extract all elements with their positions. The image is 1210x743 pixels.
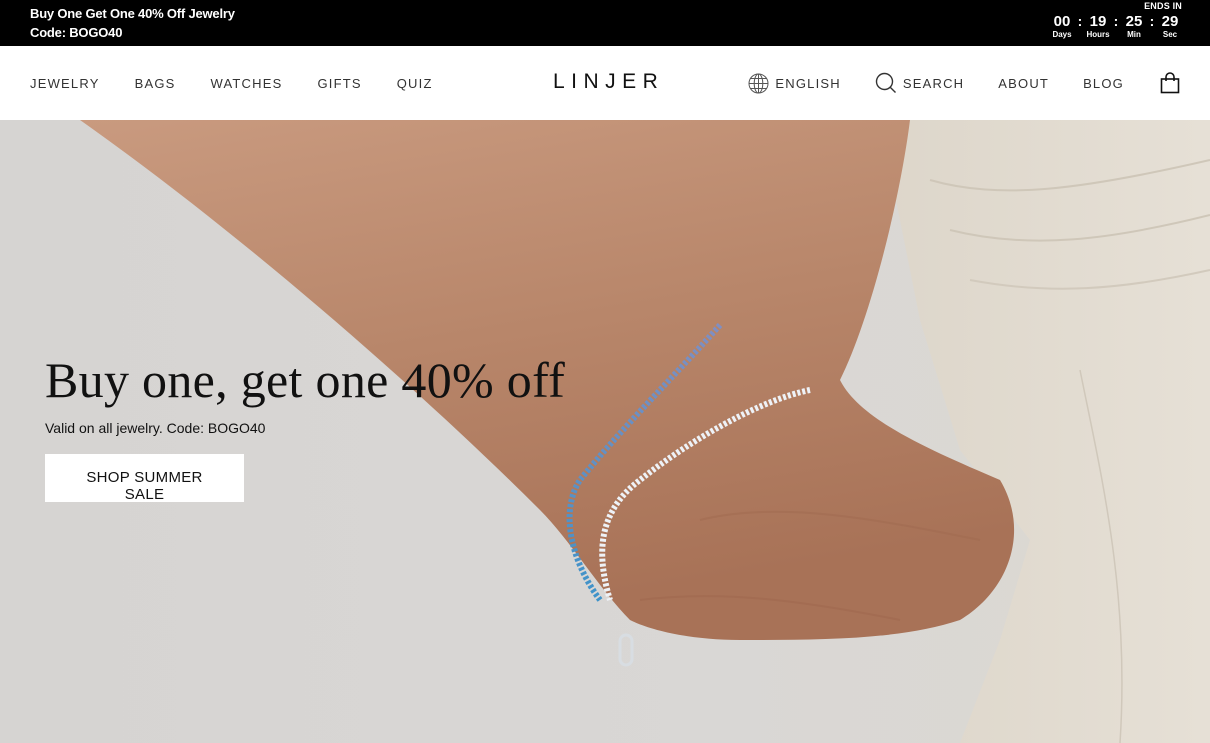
shopping-bag-icon: [1160, 72, 1180, 94]
nav-blog[interactable]: BLOG: [1083, 76, 1124, 91]
countdown-separator: :: [1113, 13, 1119, 29]
nav-jewelry[interactable]: JEWELRY: [30, 76, 100, 91]
countdown-days: 00 Days: [1050, 13, 1074, 40]
blog-label: BLOG: [1083, 75, 1124, 91]
countdown-seconds-value: 29: [1161, 13, 1179, 30]
language-label: ENGLISH: [775, 75, 841, 91]
hero-content: Buy one, get one 40% off Valid on all je…: [45, 352, 565, 504]
nav-gifts[interactable]: GIFTS: [317, 76, 361, 91]
countdown-days-label: Days: [1052, 30, 1072, 39]
about-label: ABOUT: [998, 75, 1050, 91]
countdown-separator: :: [1077, 13, 1083, 29]
shop-summer-sale-button[interactable]: SHOP SUMMER SALE: [45, 454, 244, 503]
nav-bags[interactable]: BAGS: [135, 76, 176, 91]
logo[interactable]: LINJER: [553, 70, 664, 94]
nav-watches[interactable]: WATCHES: [211, 76, 283, 91]
globe-icon: [748, 73, 769, 94]
language-selector[interactable]: ENGLISH: [748, 73, 840, 94]
hero-subtitle: Valid on all jewelry. Code: BOGO40: [45, 420, 266, 436]
nav-about[interactable]: ABOUT: [998, 76, 1049, 91]
countdown-separator: :: [1149, 13, 1155, 29]
promo-bar: Buy One Get One 40% Off Jewelry Code: BO…: [0, 0, 1210, 46]
countdown-minutes-value: 25: [1125, 13, 1143, 30]
search-button[interactable]: SEARCH: [875, 72, 964, 94]
countdown-timer: ENDS IN 00 Days : 19 Hours : 25 Min : 29…: [1052, 1, 1182, 45]
countdown-ends-in: ENDS IN: [1144, 1, 1182, 11]
hero-title: Buy one, get one 40% off: [45, 352, 566, 408]
countdown-hours: 19 Hours: [1086, 13, 1110, 40]
utility-nav: ENGLISH SEARCH ABOUT BLOG: [748, 46, 1180, 120]
countdown-minutes: 25 Min: [1122, 13, 1146, 40]
countdown-days-value: 00: [1053, 13, 1071, 30]
promo-line-2: Code: BOGO40: [30, 25, 123, 40]
promo-line-1: Buy One Get One 40% Off Jewelry: [30, 6, 235, 21]
countdown-seconds: 29 Sec: [1158, 13, 1182, 40]
hero-banner: Buy one, get one 40% off Valid on all je…: [0, 120, 1210, 743]
promo-text: Buy One Get One 40% Off Jewelry Code: BO…: [30, 4, 235, 42]
cart-button[interactable]: [1160, 72, 1180, 94]
search-icon: [875, 72, 897, 94]
nav-quiz[interactable]: QUIZ: [397, 76, 433, 91]
countdown-hours-value: 19: [1089, 13, 1107, 30]
countdown-hours-label: Hours: [1086, 30, 1110, 39]
site-header: JEWELRY BAGS WATCHES GIFTS QUIZ LINJER E…: [0, 46, 1210, 120]
search-label: SEARCH: [902, 75, 965, 91]
countdown-seconds-label: Sec: [1162, 30, 1178, 39]
countdown-minutes-label: Min: [1127, 30, 1141, 39]
main-nav: JEWELRY BAGS WATCHES GIFTS QUIZ: [30, 46, 468, 120]
